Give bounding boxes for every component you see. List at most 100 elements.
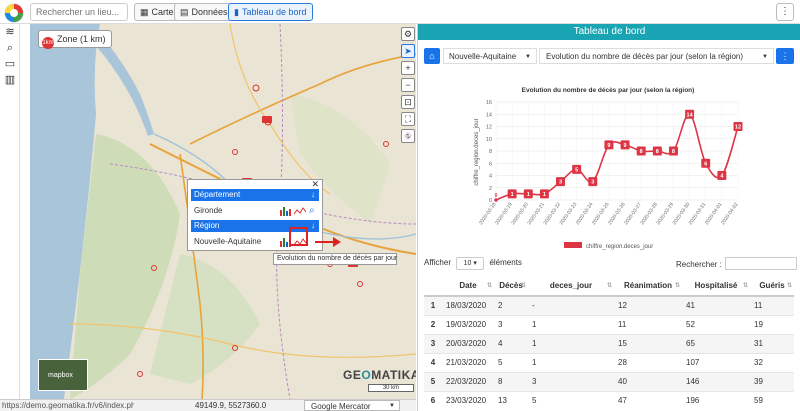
- table-cell: 6: [424, 390, 442, 410]
- data-label: 3: [591, 180, 594, 186]
- chevron-down-icon: ▼: [762, 54, 768, 60]
- column-header[interactable]: Décès ⇅: [494, 276, 528, 297]
- home-button[interactable]: ⌂: [424, 48, 440, 64]
- zoom-in-icon[interactable]: +: [401, 61, 415, 75]
- data-label: 6: [704, 161, 707, 167]
- map-icon: ▦: [140, 7, 149, 17]
- top-bar: ▦Carte ▤Données ▮Tableau de bord ⋮: [0, 0, 800, 24]
- table-header-row: Date ⇅ Décès ⇅ deces_jour ⇅ Réanimation ⇅ Hospit…: [424, 276, 794, 297]
- chart-select[interactable]: Evolution du nombre de décès par jour (s…: [539, 48, 774, 64]
- table-cell: 12: [614, 295, 682, 315]
- kebab-icon: ⋮: [780, 51, 790, 61]
- page-length-select[interactable]: 10 ▾: [456, 257, 485, 270]
- highlight-box: [289, 227, 308, 246]
- chevron-down-icon: ▼: [525, 54, 531, 60]
- layers-icon[interactable]: ≋: [0, 24, 20, 40]
- zoom-out-icon[interactable]: −: [401, 78, 415, 92]
- tab-data-button[interactable]: ▤ Données: [174, 3, 234, 21]
- column-header[interactable]: Guéris ⇅: [750, 276, 794, 297]
- zone-button[interactable]: 1km Zone (1 km): [38, 30, 112, 49]
- table-cell: 40: [614, 371, 682, 391]
- tab-dashboard-button[interactable]: ▮ Tableau de bord: [228, 3, 313, 21]
- y-tick-label: 8: [489, 149, 492, 155]
- kebab-icon: ⋮: [780, 6, 790, 17]
- bar-chart-icon: ▮: [234, 7, 239, 17]
- tab-map-button[interactable]: ▦ Carte: [134, 3, 180, 21]
- table-search-input[interactable]: [724, 257, 797, 270]
- zoom-to-icon[interactable]: ⌕: [309, 204, 315, 216]
- popup-section-departement[interactable]: Département ↓: [191, 189, 319, 201]
- column-header[interactable]: Date ⇅: [442, 276, 494, 297]
- table-row[interactable]: 6 23/03/2020 13 5 47 196 59: [424, 390, 794, 410]
- print-icon[interactable]: ▭: [0, 56, 20, 72]
- table-cell: 107: [682, 352, 750, 372]
- table-cell: 52: [682, 314, 750, 334]
- table-cell: 8: [494, 371, 528, 391]
- table-row[interactable]: 1 18/03/2020 2-12 41 11: [424, 295, 794, 315]
- y-tick-label: 4: [489, 174, 492, 180]
- arrow-right-icon: [315, 237, 341, 247]
- data-label: 8: [672, 149, 675, 155]
- download-icon[interactable]: ↓: [311, 189, 315, 201]
- table-cell: 23/03/2020: [442, 390, 494, 410]
- app-logo-icon: [4, 3, 24, 23]
- table-cell: 2: [494, 295, 528, 315]
- table-cell: 65: [682, 333, 750, 353]
- line-chart-icon[interactable]: [294, 206, 306, 216]
- table-cell: 28: [614, 352, 682, 372]
- table-cell: 39: [750, 371, 794, 391]
- search-icon[interactable]: ⌕: [0, 40, 20, 56]
- data-label: 12: [735, 125, 741, 131]
- column-header[interactable]: deces_jour ⇅: [528, 276, 614, 297]
- more-menu-button[interactable]: ⋮: [776, 3, 794, 21]
- table-cell: 5: [494, 352, 528, 372]
- column-header[interactable]: Réanimation ⇅: [614, 276, 682, 297]
- left-toolbar: ≋ ⌕ ▭ ▥: [0, 24, 20, 399]
- bar-chart-icon[interactable]: [279, 206, 291, 216]
- y-tick-label: 16: [486, 100, 492, 106]
- minimap[interactable]: mapbox: [38, 359, 88, 391]
- table-cell: 1: [528, 352, 614, 372]
- table-cell: 19: [750, 314, 794, 334]
- table-cell: 4: [424, 352, 442, 372]
- zoom-extent-icon[interactable]: ⊡: [401, 95, 415, 109]
- map-icon[interactable]: ▥: [0, 72, 20, 88]
- map-view[interactable]: 1km Zone (1 km) ⚙ ➤ + − ⊡ ⛶ ⛗ ✕ Départeme…: [30, 24, 416, 399]
- series-line: [495, 113, 739, 201]
- table-row[interactable]: 3 20/03/2020 4 1 15 65 31: [424, 333, 794, 353]
- projection-select[interactable]: Google Mercator ▼: [304, 400, 400, 411]
- fullscreen-icon[interactable]: ⛶: [401, 112, 415, 126]
- y-tick-label: 2: [489, 186, 492, 192]
- table-cell: 11: [750, 295, 794, 315]
- table-row[interactable]: 2 19/03/2020 3 1 11 52 19: [424, 314, 794, 334]
- cursor-icon[interactable]: ➤: [401, 44, 415, 58]
- table-cell: 3: [424, 333, 442, 353]
- table-cell: 1: [424, 295, 442, 315]
- road-icon[interactable]: ⛗: [401, 129, 415, 143]
- zone-marker-icon: 1km: [42, 37, 54, 49]
- column-header[interactable]: Hospitalisé ⇅: [682, 276, 750, 297]
- table-cell: 21/03/2020: [442, 352, 494, 372]
- popup-row-gironde: Gironde ⌕: [194, 204, 315, 216]
- table-cell: 4: [494, 333, 528, 353]
- data-label: 9: [607, 143, 610, 149]
- sort-icon: ⇅: [786, 283, 792, 289]
- table-body: 1 18/03/2020 2-12 41 11 2 19/03/2020 3 1 11 52 19 3 2…: [424, 295, 794, 410]
- gear-icon[interactable]: ⚙: [401, 27, 415, 41]
- column-header[interactable]: [424, 276, 442, 297]
- chevron-down-icon: ▼: [389, 403, 395, 409]
- legend-label: chiffre_region.deces_jour: [586, 244, 653, 250]
- chart-tooltip: Evolution du nombre de décès par jour: [273, 253, 397, 265]
- dashboard-menu-button[interactable]: ⋮: [776, 48, 794, 64]
- y-tick-label: 12: [486, 125, 492, 131]
- table-cell: 3: [528, 371, 614, 391]
- download-icon[interactable]: ↓: [311, 220, 315, 232]
- table-cell: 11: [614, 314, 682, 334]
- chart-title: Evolution du nombre de décès par jour (s…: [522, 87, 695, 94]
- table-cell: 3: [494, 314, 528, 334]
- table-row[interactable]: 5 22/03/2020 8 3 40 146 39: [424, 371, 794, 391]
- cursor-coordinates: 49149.9, 5527360.0: [195, 401, 267, 410]
- region-select[interactable]: Nouvelle-Aquitaine ▼: [443, 48, 537, 64]
- table-row[interactable]: 4 21/03/2020 5 1 28 107 32: [424, 352, 794, 372]
- place-search-input[interactable]: [30, 3, 128, 21]
